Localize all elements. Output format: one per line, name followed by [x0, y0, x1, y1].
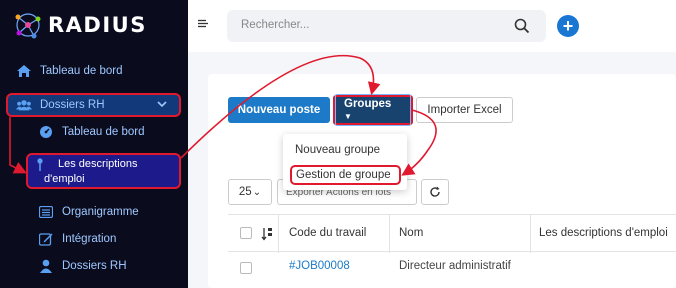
edit-icon [38, 231, 54, 247]
search-icon[interactable] [514, 18, 530, 34]
sidebar-item-label: Dossiers RH [40, 99, 105, 111]
sidebar-item-dossiers-rh[interactable]: Dossiers RH [6, 93, 181, 117]
menu-item-gestion-de-groupe[interactable]: Gestion de groupe [290, 165, 401, 185]
search-bar[interactable]: Rechercher... [227, 10, 546, 42]
refresh-icon [429, 186, 441, 198]
new-position-button[interactable]: Nouveau poste [228, 97, 330, 123]
groupes-dropdown-button[interactable]: Groupes ▼ [333, 94, 413, 126]
groupes-dropdown-menu: Nouveau groupe Gestion de groupe [283, 134, 407, 190]
column-header-code[interactable]: Code du travail [289, 227, 366, 239]
sidebar-subitem-integration[interactable]: Intégration [38, 231, 116, 247]
dashboard-icon [38, 124, 54, 140]
chevron-down-icon: ⌄ [252, 186, 262, 198]
table-header: Code du travail Nom Les descriptions d'e… [228, 214, 676, 253]
plus-icon: + [562, 16, 574, 36]
page-size-value: 25 [238, 186, 252, 198]
table-cell-name: Directeur administratif [399, 260, 511, 272]
page-size-select[interactable]: 25 ⌄ [228, 179, 272, 205]
list-icon [38, 204, 54, 220]
sort-icon[interactable] [261, 227, 273, 241]
column-header-descriptions[interactable]: Les descriptions d'emploi [539, 227, 668, 239]
sidebar-subitem-descriptions-emploi[interactable]: Les descriptions d'emploi [26, 153, 181, 189]
groupes-button-label: Groupes [344, 98, 392, 110]
refresh-button[interactable] [421, 179, 449, 205]
row-checkbox[interactable] [240, 262, 252, 274]
sidebar-item-label-line2: d'emploi [44, 173, 85, 185]
sidebar: RADIUS Tableau de bord Dossiers RH Table… [0, 0, 188, 288]
search-input[interactable]: Rechercher... [241, 19, 309, 31]
brand-name: RADIUS [48, 13, 147, 37]
menu-toggle-icon[interactable] [198, 19, 208, 29]
sidebar-item-label: Dossiers RH [62, 260, 127, 272]
brand-logo[interactable]: RADIUS [14, 8, 147, 42]
users-icon [16, 97, 32, 113]
import-excel-button[interactable]: Importer Excel [416, 97, 513, 123]
sidebar-item-tableau-de-bord[interactable]: Tableau de bord [16, 63, 122, 79]
add-button[interactable]: + [557, 15, 579, 37]
radius-logo-icon [14, 11, 42, 39]
column-divider [278, 215, 279, 253]
column-header-nom[interactable]: Nom [399, 227, 423, 239]
sidebar-item-label: Intégration [62, 233, 117, 245]
sidebar-item-label: Tableau de bord [62, 126, 145, 138]
column-divider [530, 215, 531, 253]
column-divider [389, 215, 390, 253]
sidebar-item-label-line1: Les descriptions [58, 158, 138, 170]
menu-item-nouveau-groupe[interactable]: Nouveau groupe [295, 144, 380, 156]
chevron-down-icon [157, 100, 167, 108]
table-cell-code[interactable]: #JOB00008 [289, 260, 350, 272]
home-icon [16, 63, 32, 79]
sidebar-subitem-tableau-de-bord[interactable]: Tableau de bord [38, 124, 144, 140]
sidebar-item-label: Tableau de bord [40, 65, 123, 77]
user-icon [38, 258, 54, 274]
pin-icon [36, 158, 44, 172]
chevron-down-icon: ▼ [344, 112, 352, 121]
sidebar-item-label: Organigramme [62, 206, 139, 218]
select-all-checkbox[interactable] [240, 227, 252, 239]
sidebar-subitem-organigramme[interactable]: Organigramme [38, 204, 139, 220]
groupes-button-inner: Groupes ▼ [335, 94, 411, 126]
sidebar-subitem-dossiers-rh[interactable]: Dossiers RH [38, 258, 127, 274]
